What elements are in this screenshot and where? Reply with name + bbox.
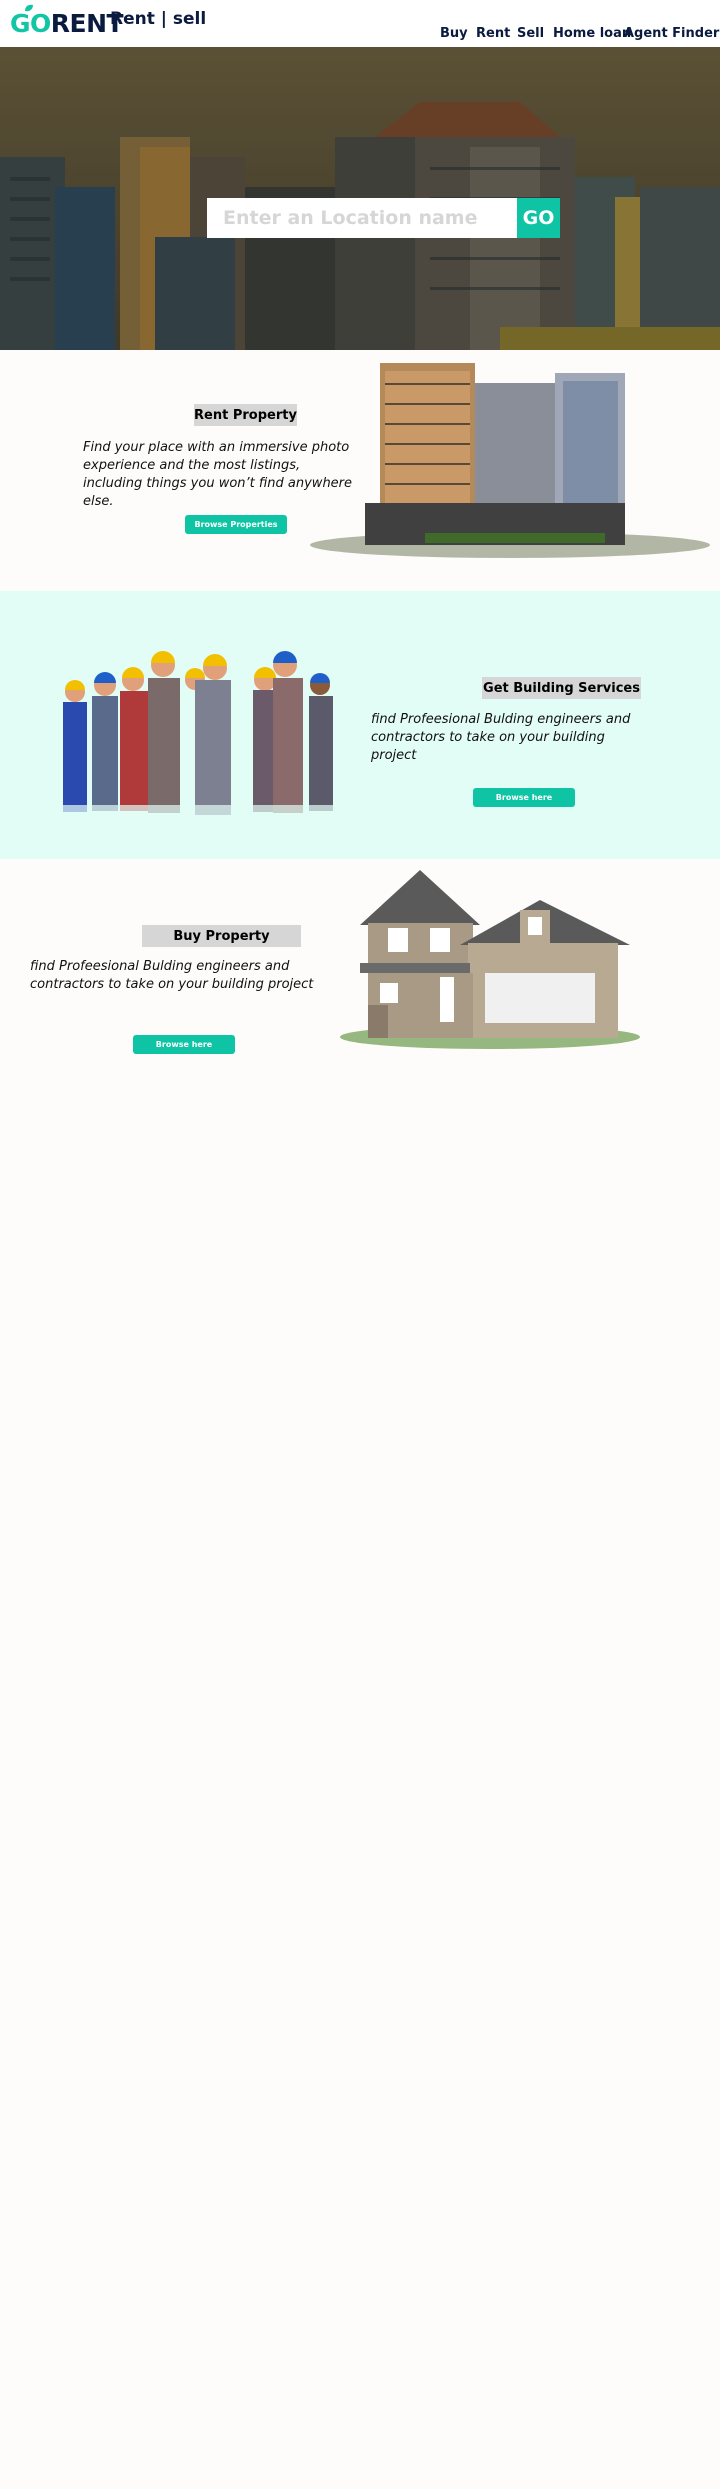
building-services-description: find Profeesional Bulding engineers and … bbox=[371, 712, 631, 763]
buy-property-heading: Buy Property bbox=[142, 925, 301, 947]
hero-banner: GO bbox=[0, 47, 720, 350]
browse-services-button[interactable]: Browse here bbox=[473, 788, 575, 807]
nav-rent[interactable]: Rent bbox=[476, 26, 510, 42]
location-search-input[interactable] bbox=[207, 198, 517, 238]
construction-workers-image bbox=[45, 651, 345, 825]
apartment-building-image bbox=[310, 363, 710, 558]
nav-sell[interactable]: Sell bbox=[517, 26, 544, 42]
building-services-heading: Get Building Services bbox=[482, 677, 641, 699]
nav-buy[interactable]: Buy bbox=[440, 26, 468, 42]
logo-go-text: GO bbox=[10, 9, 51, 38]
house-image bbox=[340, 870, 640, 1049]
header-tagline: Rent | sell bbox=[110, 9, 207, 29]
buy-property-description: find Profeesional Bulding engineers and … bbox=[30, 959, 314, 992]
nav-agent-finder[interactable]: Agent Finder bbox=[624, 26, 719, 42]
nav-home-loan[interactable]: Home loan bbox=[553, 26, 631, 42]
gorent-logo[interactable]: GORENT bbox=[10, 9, 124, 38]
browse-properties-button[interactable]: Browse Properties bbox=[185, 515, 287, 534]
leaf-icon bbox=[25, 4, 33, 12]
go-button[interactable]: GO bbox=[517, 198, 560, 238]
site-header: GORENT Rent | sell Buy Rent Sell Home lo… bbox=[0, 0, 720, 47]
browse-buy-button[interactable]: Browse here bbox=[133, 1035, 235, 1054]
rent-property-heading: Rent Property bbox=[194, 404, 297, 426]
